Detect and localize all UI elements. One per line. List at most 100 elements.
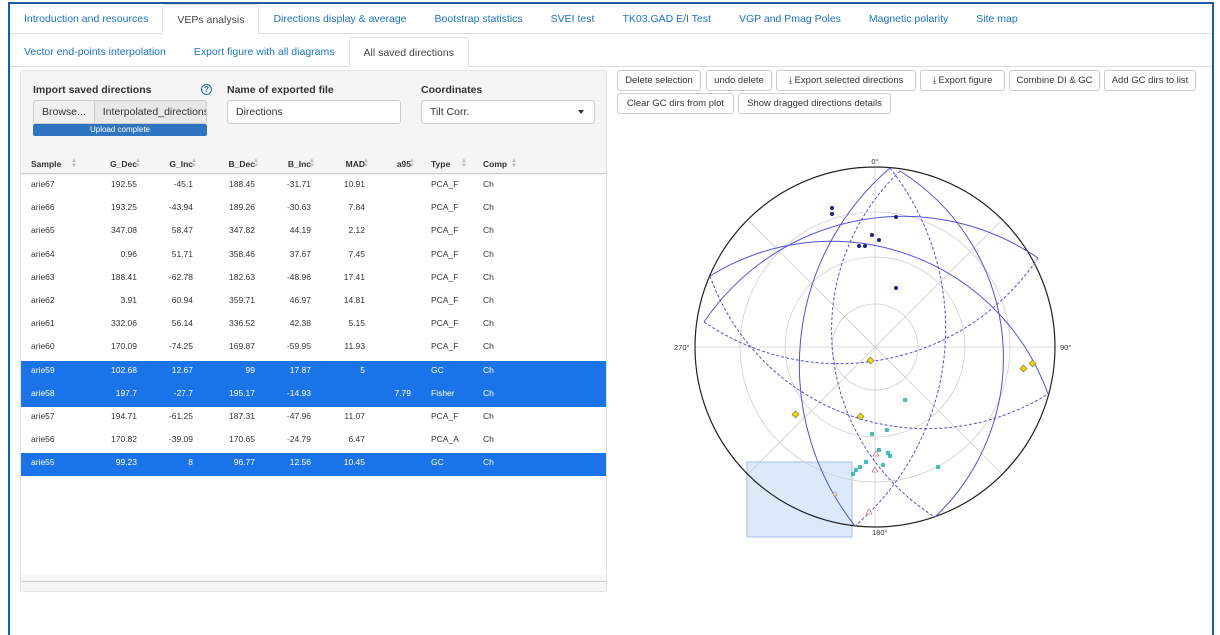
fisher-mean-diamond — [791, 410, 800, 419]
tab-introduction[interactable]: Introduction and resources — [10, 4, 162, 33]
cell-b-dec: 359.71 — [229, 294, 255, 305]
column-header-b-inc[interactable]: B_Inc ▲ ▼ — [265, 154, 321, 173]
cell-b-dec: 96.77 — [233, 457, 255, 468]
table-row[interactable]: arie56 170.82 -39.09 170.65 -24.79 6.47 PCA_A C… — [21, 430, 606, 453]
tab-bootstrap[interactable]: Bootstrap statistics — [421, 4, 537, 33]
cell-comp: Ch — [483, 434, 494, 445]
cell-mad: 7.84 — [348, 202, 365, 213]
cell-type: PCA_F — [431, 225, 459, 236]
up-direction-point — [935, 464, 941, 470]
table-row[interactable]: arie58 197.7 -27.7 195.17 -14.93 7.79 Fisher Ch — [21, 383, 606, 407]
cell-b-inc: 44.19 — [289, 225, 311, 236]
column-header-type[interactable]: Type ▲ ▼ — [421, 154, 473, 173]
column-header-label: B_Dec — [228, 159, 255, 169]
column-header-g-dec[interactable]: G_Dec ▲ ▼ — [83, 154, 147, 173]
up-direction-point — [880, 462, 886, 468]
clear-gc-button[interactable]: Clear GC dirs from plot — [617, 93, 734, 114]
help-icon[interactable]: ? — [201, 84, 212, 95]
column-header-label: Comp — [483, 159, 508, 169]
tab-all-saved-directions[interactable]: All saved directions — [348, 37, 469, 67]
delete-selection-button[interactable]: Delete selection — [617, 70, 701, 91]
show-dragged-button[interactable]: Show dragged directions details — [738, 93, 891, 114]
sort-icon[interactable]: ▲ ▼ — [461, 158, 467, 169]
sort-icon[interactable]: ▲ ▼ — [253, 158, 259, 169]
tab-veps-analysis[interactable]: VEPs analysis — [162, 4, 260, 34]
coordinates-select[interactable]: Tilt Corr. — [421, 100, 595, 124]
tab-export-figure[interactable]: Export figure with all diagrams — [180, 37, 349, 66]
cell-type: PCA_A — [431, 434, 459, 445]
column-header-b-dec[interactable]: B_Dec ▲ ▼ — [203, 154, 265, 173]
table-row[interactable]: arie61 332.06 56.14 336.52 42.38 5.15 PCA_F Ch — [21, 314, 606, 337]
table-row[interactable]: arie60 170.09 -74.25 169.87 -59.95 11.93 PCA_F… — [21, 337, 606, 360]
table-row[interactable]: arie66 193.25 -43.94 189.26 -30.63 7.84 PCA_F C… — [21, 198, 606, 221]
tab-vector-interpolation[interactable]: Vector end-points interpolation — [10, 37, 180, 66]
cell-mad: 10.91 — [343, 179, 365, 189]
table-body[interactable]: arie67 192.55 -45.1 188.45 -31.71 10.91 PCA_F C… — [21, 175, 606, 575]
cell-g-inc: -61.25 — [168, 410, 193, 421]
cell-mad: 10.45 — [343, 457, 365, 468]
cell-g-inc: 12.67 — [171, 364, 193, 375]
sort-icon[interactable]: ▲ ▼ — [135, 158, 141, 169]
cell-type: PCA_F — [431, 294, 459, 305]
table-row[interactable]: arie57 194.71 -61.25 187.31 -47.96 11.07 PCA_F… — [21, 407, 606, 430]
cell-mad: 7.45 — [348, 248, 365, 259]
table-row[interactable]: arie59 102.68 12.67 99 17.87 5 GC Ch — [21, 360, 606, 384]
cell-b-dec: 358.46 — [229, 248, 255, 259]
cell-a95 — [375, 430, 421, 453]
cell-sample: arie56 — [31, 434, 55, 445]
horizontal-scrollbar[interactable] — [21, 581, 606, 582]
column-header-sample[interactable]: Sample ▲ ▼ — [21, 154, 83, 173]
cell-b-inc: -47.96 — [286, 410, 311, 421]
sort-icon[interactable]: ▲ ▼ — [363, 158, 369, 169]
export-selected-button[interactable]: ⤓ Export selected directions — [776, 70, 916, 91]
column-header-mad[interactable]: MAD ▲ ▼ — [321, 154, 375, 173]
column-header-a95[interactable]: a95 ▲ ▼ — [375, 154, 421, 173]
cell-b-dec: 189.26 — [229, 202, 255, 213]
table-row[interactable]: arie67 192.55 -45.1 188.45 -31.71 10.91 PCA_F C… — [21, 175, 606, 198]
combine-button[interactable]: Combine DI & GC — [1009, 70, 1100, 91]
sort-icon[interactable]: ▲ ▼ — [409, 158, 415, 169]
sort-icon[interactable]: ▲ ▼ — [309, 158, 315, 169]
export-figure-button[interactable]: ⤓ Export figure — [920, 70, 1005, 91]
browse-button[interactable]: Browse... — [34, 101, 95, 123]
add-gc-button[interactable]: Add GC dirs to list — [1104, 70, 1196, 91]
table-row[interactable]: arie64 0.96 51.71 358.46 37.67 7.45 PCA_F Ch — [21, 245, 606, 268]
column-header-g-inc[interactable]: G_Inc ▲ ▼ — [147, 154, 203, 173]
cell-comp: Ch — [483, 271, 494, 282]
sort-icon[interactable]: ▲ ▼ — [511, 158, 517, 169]
file-input[interactable]: Browse... Interpolated_directions_ — [33, 100, 207, 124]
down-direction-point — [894, 215, 898, 219]
cell-b-inc: 37.67 — [289, 248, 311, 259]
cell-sample: arie61 — [31, 318, 55, 329]
table-row[interactable]: arie65 347.08 58.47 347.82 44.19 2.12 PCA_F Ch — [21, 221, 606, 244]
cell-b-dec: 188.45 — [229, 179, 255, 189]
export-name-input[interactable]: Directions — [227, 100, 401, 124]
cell-g-dec: 332.06 — [111, 318, 137, 329]
cell-b-dec: 336.52 — [229, 318, 255, 329]
tab-directions-display[interactable]: Directions display & average — [259, 4, 420, 33]
cell-comp: Ch — [483, 318, 494, 329]
cell-g-inc: -27.7 — [173, 387, 193, 398]
cell-mad — [321, 384, 375, 407]
undo-delete-button[interactable]: undo delete — [706, 70, 772, 91]
equal-area-plot[interactable]: 0° 90° 180° 270° — [630, 144, 1110, 544]
tab-svei[interactable]: SVEI test — [537, 4, 609, 33]
tab-polarity[interactable]: Magnetic polarity — [855, 4, 962, 33]
main-tabs: Introduction and resources VEPs analysis… — [10, 4, 1212, 34]
tab-tk03[interactable]: TK03.GAD E/I Test — [608, 4, 725, 33]
down-direction-point — [857, 244, 861, 248]
sort-icon[interactable]: ▲ ▼ — [71, 158, 77, 169]
table-row[interactable]: arie55 99.23 8 96.77 12.56 10.45 GC Ch — [21, 453, 606, 477]
cell-comp: Ch — [483, 364, 494, 375]
label-east: 90° — [1060, 343, 1071, 352]
tab-site-map[interactable]: Site map — [962, 4, 1031, 33]
table-row[interactable]: arie63 188.41 -62.78 182.63 -48.96 17.41 PCA_F… — [21, 268, 606, 291]
cell-g-inc: 58.47 — [171, 225, 193, 236]
tab-vgp[interactable]: VGP and Pmag Poles — [725, 4, 855, 33]
cell-comp: Ch — [483, 294, 494, 305]
sort-icon[interactable]: ▲ ▼ — [191, 158, 197, 169]
table-row[interactable]: arie62 3.91 60.94 359.71 46.97 14.81 PCA_F Ch — [21, 291, 606, 314]
column-header-comp[interactable]: Comp ▲ ▼ — [473, 154, 523, 173]
cell-g-inc: -74.25 — [168, 341, 193, 352]
fisher-mean-diamond — [866, 356, 875, 365]
